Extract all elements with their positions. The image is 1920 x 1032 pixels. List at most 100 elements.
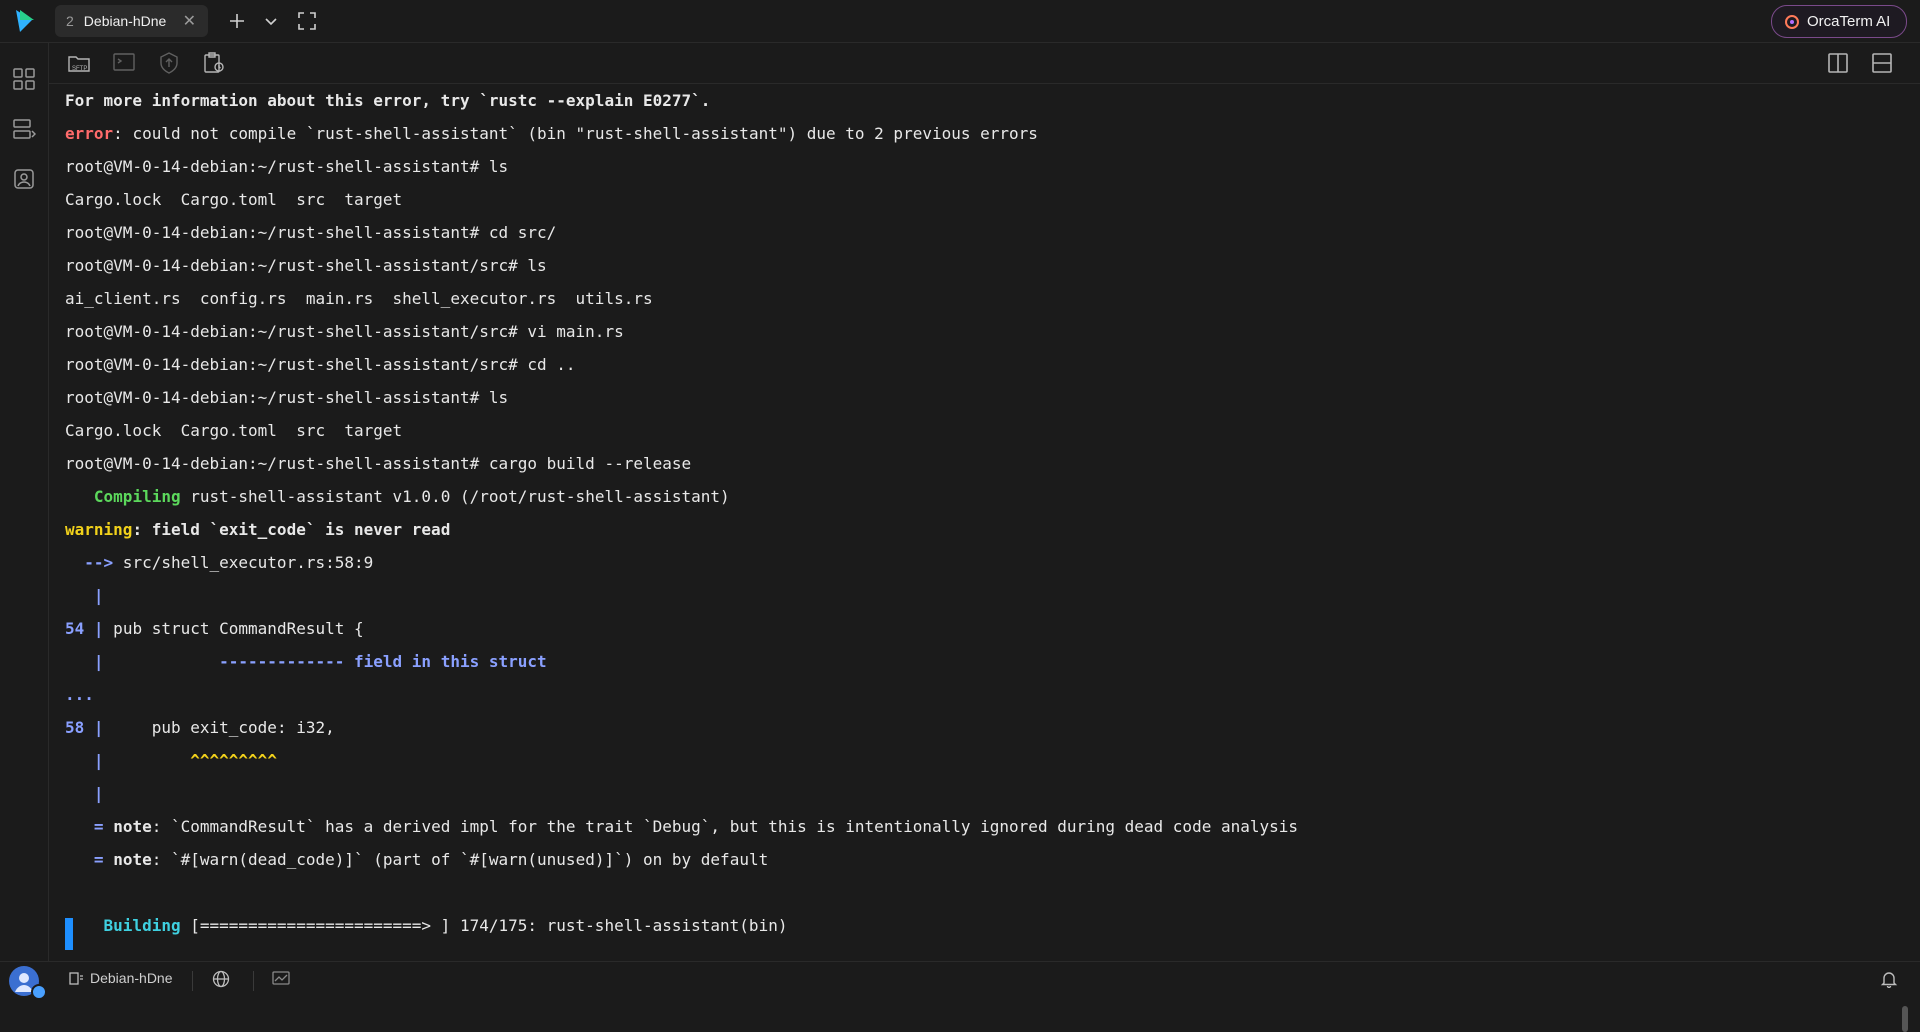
sftp-icon[interactable]: SFTP <box>67 51 91 75</box>
terminal-line: = note: `#[warn(dead_code)]` (part of `#… <box>65 850 768 870</box>
terminal-text: Cargo.lock Cargo.toml src target <box>65 190 403 209</box>
ai-sparkle-icon <box>1785 14 1799 29</box>
terminal-text: | <box>93 784 104 803</box>
globe-icon <box>212 970 230 988</box>
terminal-text: : `#[warn(dead_code)]` (part of `#[warn(… <box>151 850 769 869</box>
terminal-line: | <box>65 586 104 606</box>
terminal-line: error: could not compile `rust-shell-ass… <box>65 124 1038 144</box>
terminal-line: --> src/shell_executor.rs:58:9 <box>65 553 373 573</box>
terminal-text: root@VM-0-14-debian:~/rust-shell-assista… <box>65 157 509 176</box>
terminal-text: Cargo.lock Cargo.toml src target <box>65 421 403 440</box>
split-vertical-icon[interactable] <box>1826 51 1850 75</box>
divider <box>192 971 193 991</box>
terminal-text: note <box>113 850 152 869</box>
terminal-text: ------------- field in this struct <box>219 652 547 671</box>
terminal-text: root@VM-0-14-debian:~/rust-shell-assista… <box>65 322 624 341</box>
terminal-line: root@VM-0-14-debian:~/rust-shell-assista… <box>65 322 624 342</box>
terminal-line: Building [=======================> ] 174… <box>65 916 788 936</box>
tab-number: 2 <box>66 13 74 29</box>
terminal-line: For more information about this error, t… <box>65 91 710 111</box>
left-rail <box>0 43 49 961</box>
globe-button[interactable] <box>212 970 230 988</box>
tab-close-icon[interactable]: ✕ <box>183 11 196 31</box>
terminal-line: ai_client.rs config.rs main.rs shell_exe… <box>65 289 653 309</box>
host-indicator[interactable]: Debian-hDne <box>68 970 173 986</box>
terminal-line: = note: `CommandResult` has a derived im… <box>65 817 1298 837</box>
snapshot-icon[interactable] <box>202 51 226 75</box>
monitor-button[interactable] <box>272 970 290 988</box>
servers-icon[interactable] <box>12 117 36 141</box>
server-icon <box>69 972 83 985</box>
terminal-text: [=======================> ] 174/175: rus… <box>180 916 788 935</box>
upload-icon[interactable] <box>157 51 181 75</box>
terminal-line: 58 | pub exit_code: i32, <box>65 718 335 738</box>
orcaterm-logo <box>16 10 34 32</box>
terminal-text: root@VM-0-14-debian:~/rust-shell-assista… <box>65 223 557 242</box>
terminal-line: warning: field `exit_code` is never read <box>65 520 450 540</box>
ftp-icon[interactable] <box>112 51 136 75</box>
terminal-text: | <box>93 619 104 638</box>
tab-debian[interactable]: 2 Debian-hDne ✕ <box>55 5 208 37</box>
terminal-text: : could not compile `rust-shell-assistan… <box>113 124 1038 143</box>
terminal-text: | <box>93 586 104 605</box>
terminal-text: 54 <box>65 619 85 638</box>
terminal-line: | <box>65 784 104 804</box>
status-bar: Debian-hDne <box>0 961 1920 1000</box>
terminal-text: : `CommandResult` has a derived impl for… <box>151 817 1299 836</box>
terminal-line: Compiling rust-shell-assistant v1.0.0 (/… <box>65 487 730 507</box>
apps-icon[interactable] <box>12 67 36 91</box>
terminal-text: For more information about this error, t… <box>65 91 711 110</box>
terminal-text: ... <box>65 685 94 704</box>
terminal-line: | ^^^^^^^^^ <box>65 751 277 771</box>
tab-title: Debian-hDne <box>83 13 167 29</box>
terminal-line: | ------------- field in this struct <box>65 652 547 672</box>
notification-button[interactable] <box>1880 970 1898 988</box>
terminal-line: Cargo.lock Cargo.toml src target <box>65 190 402 210</box>
terminal-line: ... <box>65 685 94 705</box>
terminal-scrollbar[interactable] <box>1902 1006 1908 1032</box>
terminal-output[interactable]: For more information about this error, t… <box>49 84 1909 1032</box>
terminal-text: | <box>93 718 104 737</box>
chevron-down-icon[interactable] <box>260 10 282 32</box>
ai-button-label: OrcaTerm AI <box>1807 13 1891 30</box>
terminal-text: pub exit_code: i32, <box>103 718 335 737</box>
terminal-line: 54 | pub struct CommandResult { <box>65 619 364 639</box>
terminal-text: src/shell_executor.rs:58:9 <box>113 553 374 572</box>
terminal-line: Cargo.lock Cargo.toml src target <box>65 421 402 441</box>
terminal-line: root@VM-0-14-debian:~/rust-shell-assista… <box>65 388 508 408</box>
terminal-text: warning <box>65 520 133 539</box>
status-badge <box>31 984 47 1000</box>
fullscreen-icon[interactable] <box>296 10 318 32</box>
title-bar: 2 Debian-hDne ✕ OrcaTerm AI <box>0 0 1920 43</box>
terminal-text: 58 <box>65 718 85 737</box>
history-icon[interactable] <box>12 167 36 191</box>
terminal-text: = <box>93 817 104 836</box>
terminal-text: ^^^^^^^^^ <box>190 751 277 770</box>
terminal-line: root@VM-0-14-debian:~/rust-shell-assista… <box>65 157 508 177</box>
terminal-line: root@VM-0-14-debian:~/rust-shell-assista… <box>65 223 556 243</box>
new-tab-icon[interactable] <box>226 10 248 32</box>
svg-text:SFTP: SFTP <box>72 66 87 72</box>
terminal-text: = <box>93 850 104 869</box>
terminal-text: | <box>93 652 104 671</box>
terminal-text: | <box>93 751 104 770</box>
divider <box>253 971 254 991</box>
terminal-text: --> <box>84 553 114 572</box>
orcaterm-ai-button[interactable]: OrcaTerm AI <box>1771 5 1907 38</box>
split-horizontal-icon[interactable] <box>1870 51 1894 75</box>
monitor-icon <box>272 971 290 985</box>
